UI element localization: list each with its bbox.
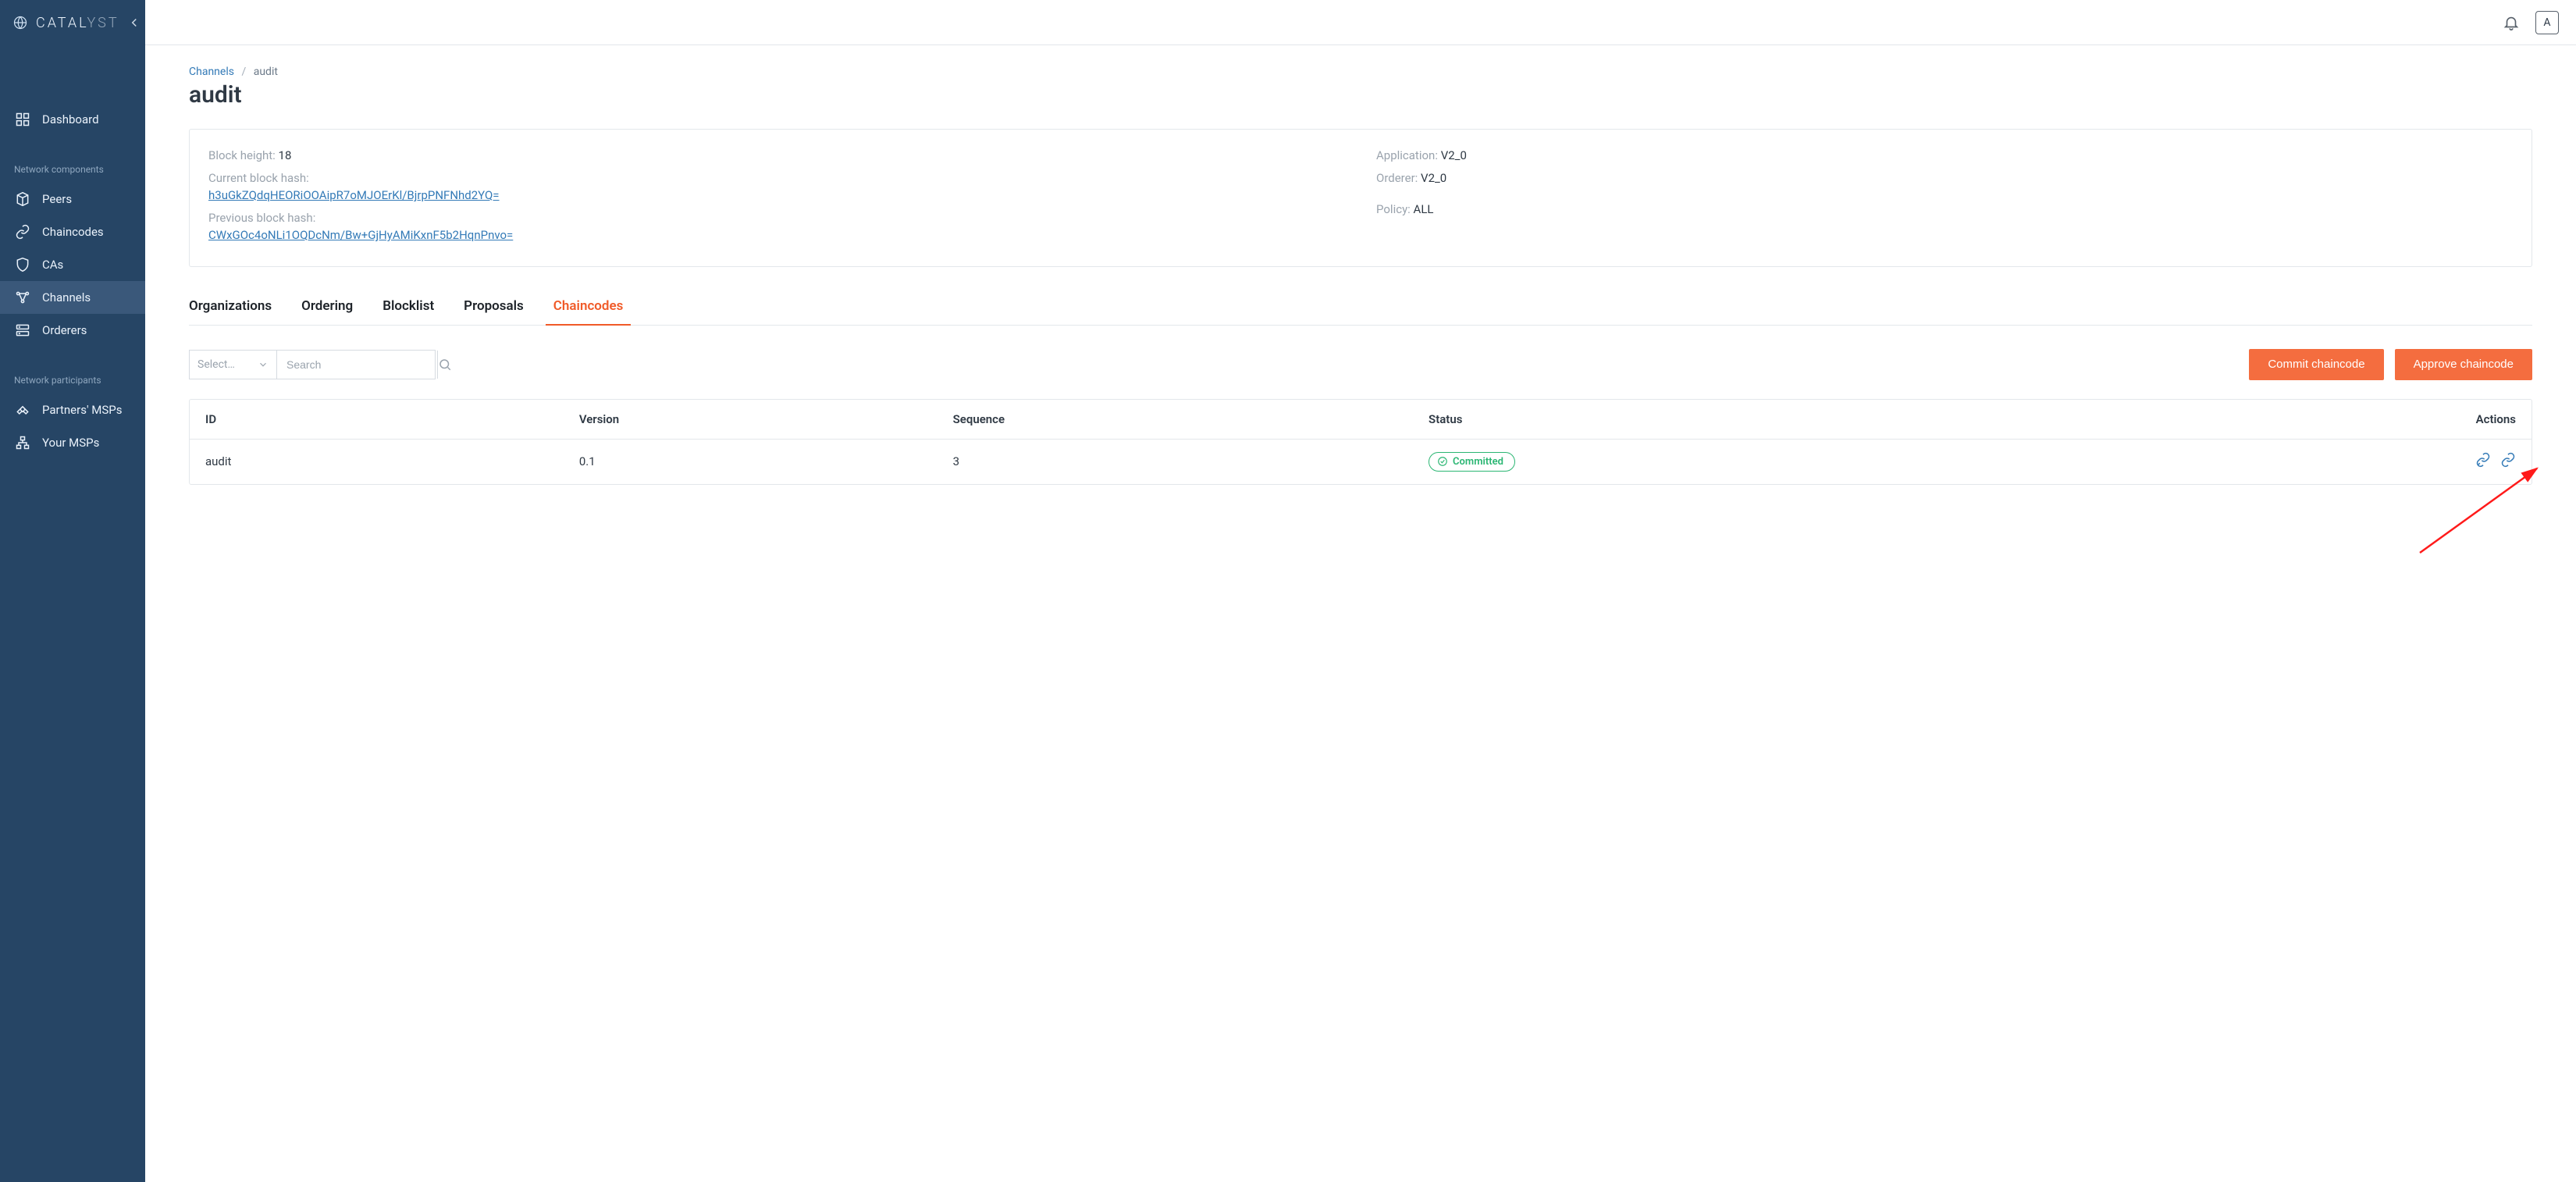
collapse-sidebar-icon[interactable]: [127, 16, 141, 30]
sidebar-item-your-msps[interactable]: Your MSPs: [0, 426, 145, 459]
tab-organizations[interactable]: Organizations: [189, 289, 272, 325]
row-action-link[interactable]: [2500, 452, 2516, 468]
filter-select[interactable]: Select…: [189, 350, 276, 379]
breadcrumb-separator: /: [241, 66, 246, 78]
chaincodes-table: ID Version Sequence Status Actions audit…: [189, 399, 2532, 485]
col-version-header: Version: [579, 412, 953, 426]
label: Application:: [1376, 148, 1438, 162]
check-circle-icon: [1437, 456, 1448, 467]
commit-chaincode-button[interactable]: Commit chaincode: [2249, 349, 2383, 380]
search-button[interactable]: [437, 351, 452, 379]
sidebar-item-label: Partners' MSPs: [42, 403, 123, 417]
sidebar: CATALYST Dashboard Network components Pe…: [0, 0, 145, 1182]
tab-ordering[interactable]: Ordering: [301, 289, 353, 325]
toolbar: Select… Commit chaincode Approve chainco…: [189, 349, 2532, 380]
cube-icon: [14, 190, 31, 208]
cell-sequence: 3: [953, 454, 1429, 468]
block-height-row: Block height: 18: [208, 147, 1345, 165]
orderer-row: Orderer: V2_0: [1376, 169, 2513, 187]
breadcrumb-current: audit: [254, 66, 278, 78]
sidebar-item-partners-msps[interactable]: Partners' MSPs: [0, 393, 145, 426]
sidebar-item-dashboard[interactable]: Dashboard: [0, 103, 145, 136]
row-action-edit[interactable]: [2475, 452, 2491, 468]
sidebar-item-peers[interactable]: Peers: [0, 183, 145, 215]
link-icon: [14, 223, 31, 240]
sidebar-item-label: Chaincodes: [42, 225, 104, 239]
server-icon: [14, 322, 31, 339]
sidebar-item-label: Channels: [42, 290, 91, 304]
tabs: Organizations Ordering Blocklist Proposa…: [189, 289, 2532, 326]
edit-link-icon: [2475, 452, 2491, 468]
col-status-header: Status: [1429, 412, 2210, 426]
select-placeholder: Select…: [197, 358, 235, 371]
shield-icon: [14, 256, 31, 273]
sidebar-item-channels[interactable]: Channels: [0, 281, 145, 314]
col-actions-header: Actions: [2210, 412, 2516, 426]
page-title: audit: [189, 81, 2532, 109]
value: 18: [279, 148, 292, 162]
nodes-icon: [14, 289, 31, 306]
chevron-down-icon: [258, 359, 269, 370]
sidebar-group-components: Network components: [0, 159, 145, 183]
cell-actions: [2210, 452, 2516, 471]
policy-row: Policy: ALL: [1376, 201, 2513, 219]
search-box: [276, 350, 436, 379]
breadcrumb: Channels / audit: [189, 66, 2532, 78]
bell-icon: [2503, 14, 2520, 31]
logo-text: CATALYST: [36, 15, 119, 31]
previous-hash-row: Previous block hash: CWxGOc4oNLi1OQDcNm/…: [208, 209, 1345, 244]
label: Block height:: [208, 148, 276, 162]
sidebar-item-orderers[interactable]: Orderers: [0, 314, 145, 347]
label: Policy:: [1376, 202, 1411, 216]
dashboard-icon: [14, 111, 31, 128]
content: Channels / audit audit Block height: 18 …: [145, 45, 2576, 516]
label: Orderer:: [1376, 171, 1418, 185]
status-label: Committed: [1453, 456, 1503, 468]
value: ALL: [1414, 202, 1434, 216]
avatar[interactable]: A: [2535, 11, 2559, 34]
value: V2_0: [1421, 171, 1446, 185]
cell-version: 0.1: [579, 454, 953, 468]
table-row: audit 0.1 3 Committed: [190, 440, 2532, 484]
handshake-icon: [14, 401, 31, 418]
sidebar-item-label: Your MSPs: [42, 436, 99, 450]
sitemap-icon: [14, 434, 31, 451]
sidebar-item-chaincodes[interactable]: Chaincodes: [0, 215, 145, 248]
search-input[interactable]: [277, 358, 437, 371]
sidebar-item-label: CAs: [42, 258, 63, 272]
tab-blocklist[interactable]: Blocklist: [382, 289, 434, 325]
table-header: ID Version Sequence Status Actions: [190, 400, 2532, 440]
sidebar-item-label: Dashboard: [42, 112, 99, 126]
current-hash-row: Current block hash: h3uGkZQdqHEORiOOAipR…: [208, 169, 1345, 205]
value: V2_0: [1441, 148, 1467, 162]
label: Previous block hash:: [208, 211, 315, 225]
tab-proposals[interactable]: Proposals: [464, 289, 524, 325]
label: Current block hash:: [208, 171, 309, 185]
col-sequence-header: Sequence: [953, 412, 1429, 426]
sidebar-group-participants: Network participants: [0, 370, 145, 393]
tab-chaincodes[interactable]: Chaincodes: [553, 289, 624, 325]
main-area: A Channels / audit audit Block height: 1…: [145, 0, 2576, 1182]
topbar: A: [145, 0, 2576, 45]
sidebar-header: CATALYST: [0, 0, 145, 45]
approve-chaincode-button[interactable]: Approve chaincode: [2395, 349, 2532, 380]
sidebar-item-label: Peers: [42, 192, 72, 206]
application-row: Application: V2_0: [1376, 147, 2513, 165]
breadcrumb-root-link[interactable]: Channels: [189, 66, 234, 78]
col-id-header: ID: [205, 412, 579, 426]
search-icon: [438, 358, 452, 372]
cell-id: audit: [205, 454, 579, 468]
cell-status: Committed: [1429, 452, 2210, 472]
sidebar-item-label: Orderers: [42, 323, 87, 337]
link-icon: [2500, 452, 2516, 468]
current-hash-link[interactable]: h3uGkZQdqHEORiOOAipR7oMJOErKl/BjrpPNFNhd…: [208, 187, 1345, 205]
notifications-button[interactable]: [2503, 14, 2520, 31]
channel-details-card: Block height: 18 Current block hash: h3u…: [189, 129, 2532, 267]
logo-icon: [12, 15, 28, 30]
previous-hash-link[interactable]: CWxGOc4oNLi1OQDcNm/Bw+GjHyAMiKxnF5b2HqnP…: [208, 226, 1345, 244]
status-badge: Committed: [1429, 452, 1515, 472]
sidebar-item-cas[interactable]: CAs: [0, 248, 145, 281]
